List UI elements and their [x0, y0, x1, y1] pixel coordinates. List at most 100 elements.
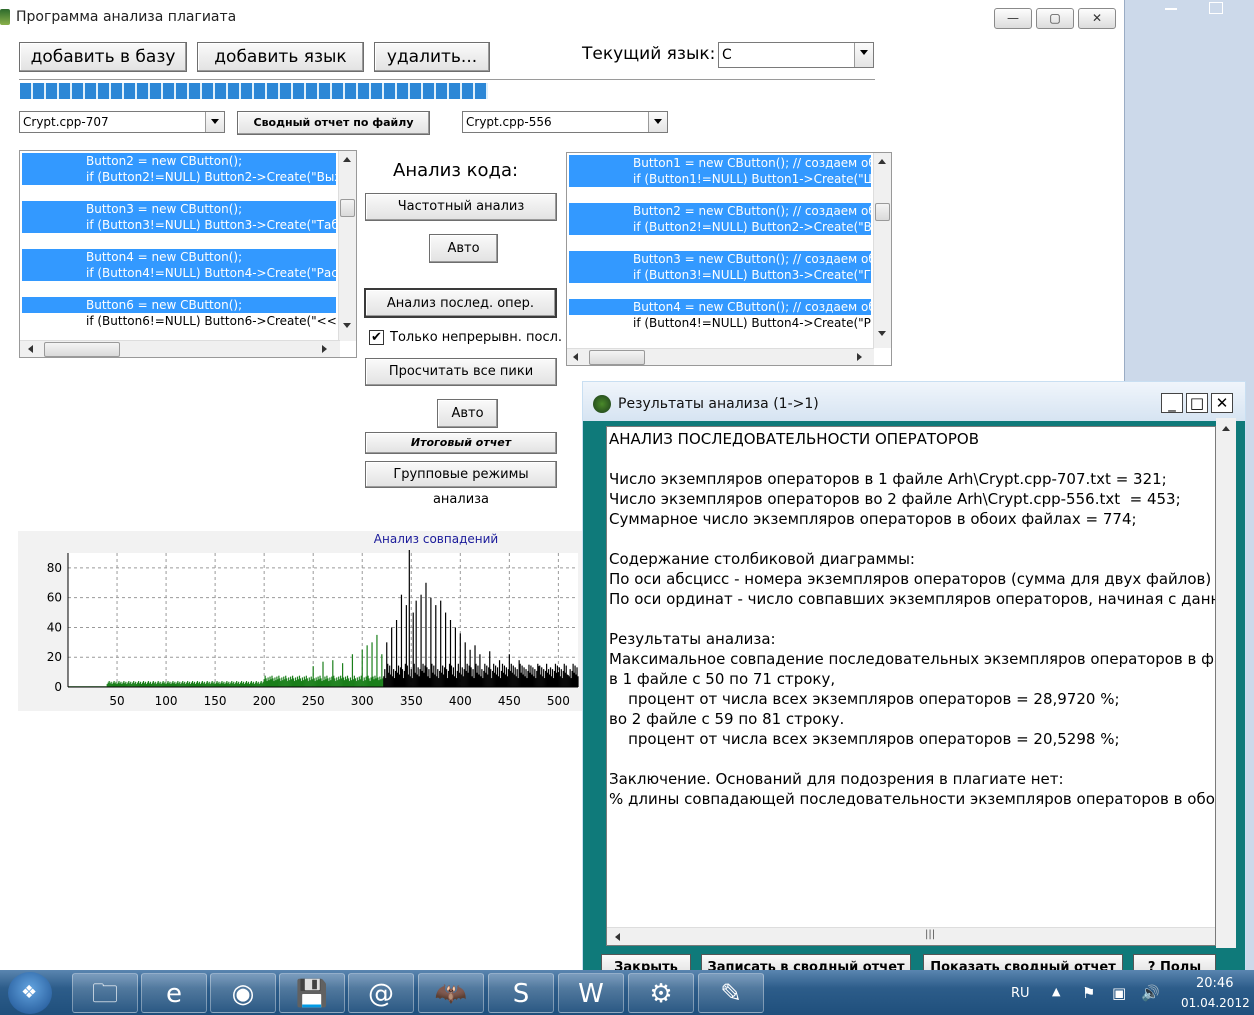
results-vscroll[interactable]	[1216, 418, 1236, 948]
skype-icon: S	[512, 979, 530, 1009]
results-text[interactable]: АНАЛИЗ ПОСЛЕДОВАТЕЛЬНОСТИ ОПЕРАТОРОВ Числ…	[606, 426, 1216, 946]
taskbar-explorer-button[interactable]: 🗀	[72, 973, 138, 1013]
scroll-grip-icon[interactable]: |||	[925, 929, 935, 940]
scroll-thumb[interactable]	[44, 342, 120, 357]
auto-button-2[interactable]: Авто	[437, 399, 498, 428]
summary-by-file-button[interactable]: Сводный отчет по файлу	[237, 111, 430, 135]
left-code-view[interactable]: Button2 = new CButton(); if (Button2!=NUL…	[19, 150, 357, 358]
taskbar-internet-explorer-button[interactable]: e	[141, 973, 207, 1013]
divider	[19, 79, 875, 80]
code-line: if (Button3!=NULL) Button3->Create("Табл…	[22, 217, 336, 233]
code-line: Button3 = new CButton(); // создаем объ	[569, 251, 871, 267]
minimize-button[interactable]: —	[994, 8, 1032, 29]
results-maximize-button[interactable]: □	[1186, 393, 1208, 413]
auto-button-1[interactable]: Авто	[429, 234, 498, 263]
main-window-title: Программа анализа плагиата	[16, 9, 237, 25]
x-tick-label: 350	[400, 694, 423, 708]
results-line: во 2 файле с 59 по 81 строку.	[609, 710, 845, 728]
scroll-left-icon[interactable]	[573, 353, 578, 361]
right-file-value: Crypt.cpp-556	[466, 115, 552, 129]
close-button[interactable]: ✕	[1078, 8, 1116, 29]
results-line: По оси ординат - число совпавших экземпл…	[609, 590, 1216, 608]
analysis-heading: Анализ кода:	[393, 160, 519, 181]
scroll-left-icon[interactable]	[28, 345, 33, 353]
x-tick-label: 250	[302, 694, 325, 708]
main-window-titlebar: Программа анализа плагиата — ▢ ✕	[0, 0, 1116, 34]
batman-app-icon: 🦇	[434, 979, 468, 1009]
taskbar-pdf-button[interactable]: ✎	[698, 973, 764, 1013]
bg-minimize-icon	[1165, 8, 1177, 10]
taskbar-skype-button[interactable]: S	[488, 973, 554, 1013]
chart-svg: Анализ совпадений 50 100 150 200 250 300 350 40…	[47, 532, 579, 708]
code-line: if (Button2!=NULL) Button2->Create("Выхо…	[22, 169, 336, 185]
clock-time[interactable]: 20:46	[1196, 976, 1233, 991]
sequence-analysis-button[interactable]: Анализ послед. опер.	[364, 288, 557, 318]
right-code-hscroll[interactable]	[567, 348, 874, 365]
scroll-up-icon[interactable]	[878, 159, 886, 164]
internet-explorer-icon: e	[166, 979, 182, 1009]
group-modes-button[interactable]: Групповые режимы анализа	[365, 461, 557, 507]
scroll-thumb[interactable]	[875, 203, 890, 221]
only-continuous-checkbox[interactable]: ✔	[369, 330, 384, 345]
left-file-select[interactable]: Crypt.cpp-707	[19, 111, 225, 133]
scroll-right-icon[interactable]	[322, 345, 327, 353]
chevron-down-icon[interactable]	[854, 43, 873, 67]
right-code-view[interactable]: Button1 = new CButton(); // создаем объ i…	[566, 152, 892, 366]
results-line: процент от числа всех экземпляров операт…	[609, 730, 1120, 748]
app-icon	[0, 9, 10, 25]
count-peaks-button[interactable]: Просчитать все пики	[365, 358, 557, 386]
taskbar-firefox-button[interactable]: ◉	[210, 973, 276, 1013]
scroll-down-icon[interactable]	[878, 331, 886, 336]
results-title: Результаты анализа (1->1)	[618, 396, 819, 412]
scroll-up-icon[interactable]	[343, 157, 351, 162]
start-button[interactable]: ❖	[8, 972, 52, 1014]
taskbar-word-button[interactable]: W	[558, 973, 624, 1013]
left-file-value: Crypt.cpp-707	[23, 115, 109, 129]
language-indicator[interactable]: RU	[1011, 986, 1030, 1001]
scroll-up-icon[interactable]	[1222, 426, 1230, 431]
frequency-analysis-button[interactable]: Частотный анализ	[365, 193, 557, 221]
minimize-icon: —	[1007, 11, 1019, 25]
left-code-vscroll[interactable]	[338, 151, 356, 341]
scroll-right-icon[interactable]	[857, 353, 862, 361]
final-report-button[interactable]: Итоговый отчет	[365, 432, 557, 454]
tray-expand-icon[interactable]: ▲	[1052, 985, 1060, 998]
maximize-button[interactable]: ▢	[1036, 8, 1074, 29]
explorer-icon: 🗀	[91, 979, 118, 1009]
taskbar-mail-button[interactable]: @	[348, 973, 414, 1013]
x-tick-label: 200	[253, 694, 276, 708]
x-tick-label: 500	[547, 694, 570, 708]
right-code-vscroll[interactable]	[873, 153, 891, 348]
scroll-down-icon[interactable]	[343, 323, 351, 328]
language-select[interactable]: C	[718, 42, 874, 68]
network-icon[interactable]: ▣	[1112, 984, 1126, 1002]
scroll-left-icon[interactable]	[615, 933, 620, 941]
results-titlebar: Результаты анализа (1->1) _ □ ✕	[583, 382, 1245, 421]
x-tick-label: 150	[204, 694, 227, 708]
flag-icon[interactable]: ⚑	[1082, 984, 1095, 1002]
right-file-select[interactable]: Crypt.cpp-556	[462, 111, 668, 133]
code-line: Button1 = new CButton(); // создаем объ	[569, 155, 871, 171]
add-language-button[interactable]: добавить язык	[197, 42, 364, 72]
chevron-down-icon[interactable]	[648, 112, 667, 132]
scroll-thumb[interactable]	[589, 350, 645, 365]
volume-icon[interactable]: 🔊	[1141, 984, 1160, 1002]
add-to-db-button[interactable]: добавить в базу	[19, 42, 187, 72]
results-hscroll[interactable]: |||	[607, 927, 1215, 945]
chevron-down-icon[interactable]	[205, 112, 224, 132]
code-line: Button6 = new CButton();	[22, 297, 336, 313]
left-code-hscroll[interactable]	[20, 340, 340, 357]
delete-button[interactable]: удалить...	[374, 42, 490, 72]
taskbar-plagiarism-app-button[interactable]: ⚙	[628, 973, 694, 1013]
match-chart: Анализ совпадений 50 100 150 200 250 300 350 40…	[18, 531, 582, 711]
results-line: Число экземпляров операторов во 2 файле …	[609, 490, 1181, 508]
clock-date[interactable]: 01.04.2012	[1181, 996, 1250, 1010]
taskbar-batman-app-button[interactable]: 🦇	[418, 973, 484, 1013]
taskbar-save-button[interactable]: 💾	[279, 973, 345, 1013]
scroll-thumb[interactable]	[340, 199, 355, 217]
results-close-button[interactable]: ✕	[1211, 393, 1233, 413]
code-line: if (Button6!=NULL) Button6->Create("<<",…	[86, 314, 336, 328]
results-minimize-button[interactable]: _	[1161, 393, 1183, 413]
